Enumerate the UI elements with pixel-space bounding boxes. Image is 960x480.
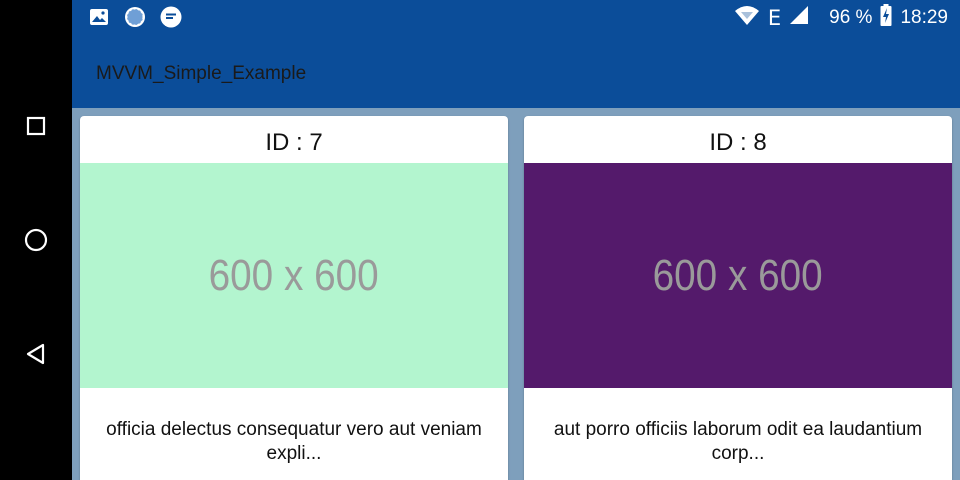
message-icon (160, 6, 182, 28)
item-description: aut porro officiis laborum odit ea lauda… (553, 419, 923, 464)
image-placeholder-text: 600 x 600 (208, 250, 380, 300)
battery-percent: 96 % (829, 7, 873, 28)
globe-icon (124, 6, 146, 28)
back-icon[interactable] (22, 340, 50, 368)
image-placeholder-text: 600 x 600 (652, 250, 824, 300)
item-card[interactable]: ID : 8 600 x 600 aut porro officiis labo… (524, 116, 952, 480)
item-card[interactable]: ID : 7 600 x 600 officia delectus conseq… (80, 116, 508, 480)
status-bar: E 96 % 18:29 (72, 0, 960, 36)
app-bar: MVVM_Simple_Example (72, 36, 960, 108)
wifi-icon (734, 4, 760, 32)
item-image: 600 x 600 (524, 163, 952, 388)
image-icon (88, 6, 110, 28)
home-icon[interactable] (22, 226, 50, 254)
signal-icon (789, 5, 809, 31)
item-id: ID : 8 (709, 128, 767, 156)
item-description: officia delectus consequatur vero aut ve… (106, 419, 482, 464)
item-image: 600 x 600 (80, 163, 508, 388)
recents-icon[interactable] (22, 112, 50, 140)
battery-charging-icon (880, 4, 892, 32)
system-status: E 96 % 18:29 (734, 4, 948, 32)
network-type: E (767, 6, 782, 30)
app-title: MVVM_Simple_Example (96, 63, 307, 84)
clock: 18:29 (900, 7, 948, 28)
notification-icons (88, 6, 182, 28)
navigation-bar (0, 0, 72, 480)
item-grid[interactable]: ID : 7 600 x 600 officia delectus conseq… (72, 108, 960, 480)
item-id: ID : 7 (265, 128, 323, 156)
